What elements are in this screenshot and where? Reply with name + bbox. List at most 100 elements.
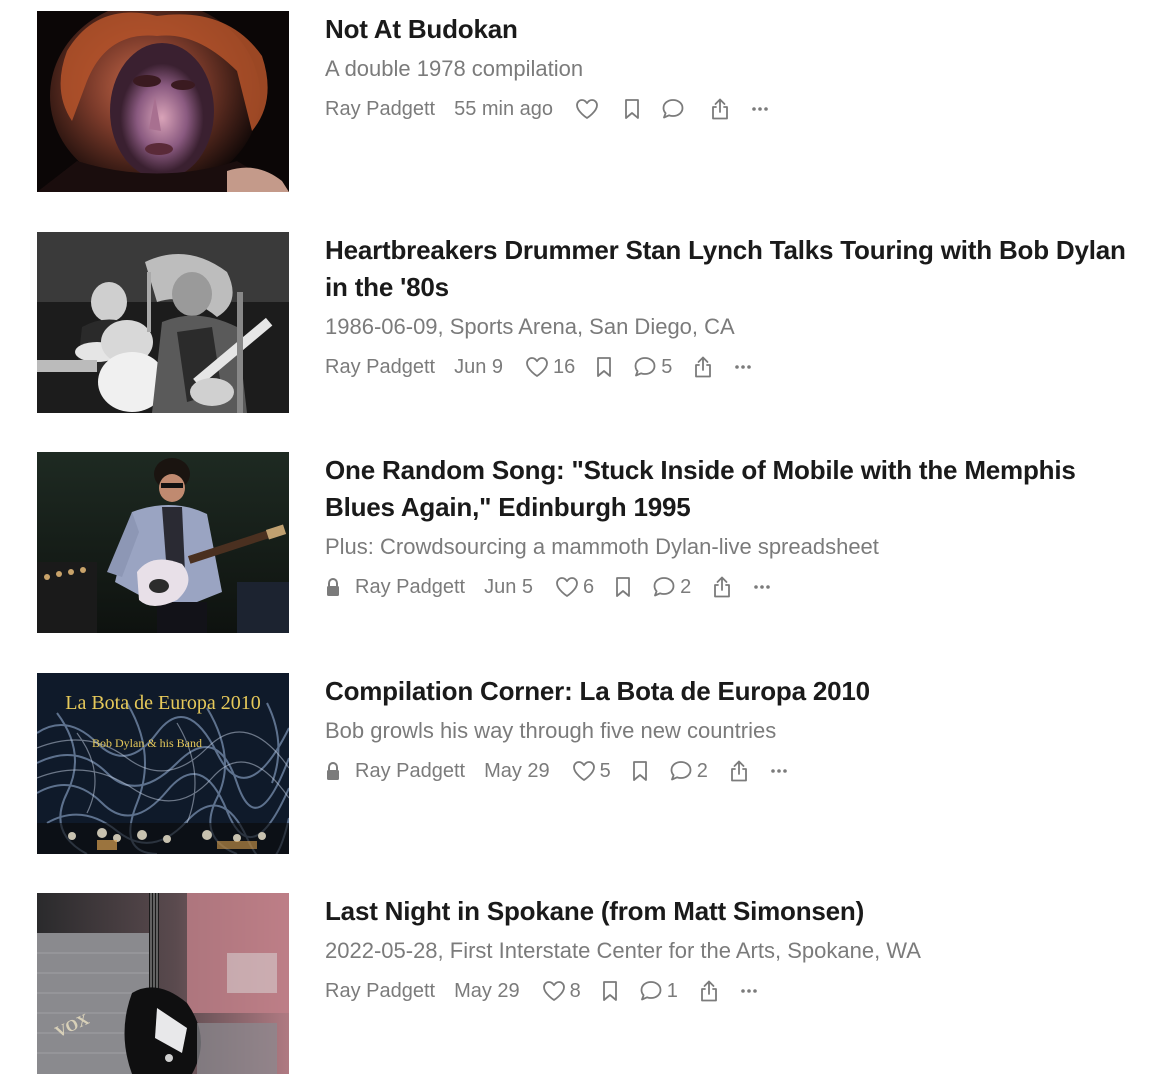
comment-count: 1 xyxy=(666,979,678,1002)
bookmark-icon xyxy=(602,981,617,1001)
post-meta: Ray Padgett 55 min ago xyxy=(325,94,1137,124)
post-title[interactable]: One Random Song: "Stuck Inside of Mobile… xyxy=(325,452,1137,526)
more-options-button[interactable] xyxy=(734,363,752,371)
post-title[interactable]: Last Night in Spokane (from Matt Simonse… xyxy=(325,893,1137,930)
comment-icon xyxy=(653,577,675,597)
share-button[interactable] xyxy=(711,575,733,599)
comment-button[interactable]: 5 xyxy=(633,356,672,379)
album-title-text: La Bota de Europa 2010 xyxy=(65,692,261,714)
lock-icon xyxy=(327,577,339,596)
thumbnail-image-guitar-amp: VOX xyxy=(37,893,289,1074)
share-icon xyxy=(695,356,712,378)
thumbnail-image-dylan-guitar xyxy=(37,452,289,633)
post-date: 55 min ago xyxy=(454,97,554,120)
like-button[interactable]: 16 xyxy=(525,356,575,379)
post-meta: Ray Padgett Jun 9 16 5 xyxy=(325,352,1137,382)
post-item[interactable]: VOX Last Night in Spokane (from Matt Sim… xyxy=(37,893,1137,1074)
like-button[interactable] xyxy=(575,98,603,120)
post-thumbnail[interactable] xyxy=(37,452,289,633)
post-item[interactable]: Heartbreakers Drummer Stan Lynch Talks T… xyxy=(37,232,1137,413)
post-date: May 29 xyxy=(454,979,520,1002)
save-button[interactable] xyxy=(623,98,641,120)
post-author[interactable]: Ray Padgett xyxy=(325,356,435,379)
comment-button[interactable]: 2 xyxy=(652,576,691,599)
like-count: 16 xyxy=(553,355,576,378)
post-meta: Ray Padgett May 29 8 1 xyxy=(325,976,1137,1006)
share-icon xyxy=(701,980,717,1002)
post-title[interactable]: Compilation Corner: La Bota de Europa 20… xyxy=(325,673,1137,710)
more-options-button[interactable] xyxy=(753,583,771,591)
heart-icon xyxy=(556,577,578,597)
paywall-lock-icon xyxy=(325,577,341,597)
heart-icon xyxy=(526,357,548,377)
comment-count: 5 xyxy=(661,355,673,378)
thumbnail-image-concert-bw xyxy=(37,232,289,413)
post-author[interactable]: Ray Padgett xyxy=(325,98,435,121)
share-button[interactable] xyxy=(692,355,714,379)
post-title[interactable]: Heartbreakers Drummer Stan Lynch Talks T… xyxy=(325,232,1137,306)
post-item[interactable]: Not At Budokan A double 1978 compilation… xyxy=(37,11,1137,192)
comment-count: 2 xyxy=(680,575,692,598)
share-button[interactable] xyxy=(728,759,750,783)
post-subtitle: 1986-06-09, Sports Arena, San Diego, CA xyxy=(325,314,735,339)
comment-icon xyxy=(670,761,692,781)
share-button[interactable] xyxy=(698,979,720,1003)
post-thumbnail[interactable] xyxy=(37,232,289,413)
post-author[interactable]: Ray Padgett xyxy=(355,576,465,599)
post-title[interactable]: Not At Budokan xyxy=(325,11,1137,48)
like-count: 5 xyxy=(599,759,611,782)
comment-button[interactable]: 1 xyxy=(639,980,678,1003)
save-button[interactable] xyxy=(614,576,632,598)
post-thumbnail[interactable]: VOX xyxy=(37,893,289,1074)
ellipsis-icon xyxy=(752,107,768,111)
more-options-button[interactable] xyxy=(751,105,769,113)
post-date: Jun 9 xyxy=(454,355,504,378)
post-item[interactable]: One Random Song: "Stuck Inside of Mobile… xyxy=(37,452,1137,633)
lock-icon xyxy=(327,761,339,780)
share-icon xyxy=(714,576,731,598)
post-author[interactable]: Ray Padgett xyxy=(325,980,435,1003)
more-options-button[interactable] xyxy=(740,987,758,995)
post-subtitle: 2022-05-28, First Interstate Center for … xyxy=(325,938,921,963)
bookmark-icon xyxy=(597,357,612,377)
thumbnail-image-dylan-portrait xyxy=(37,11,289,192)
save-button[interactable] xyxy=(601,980,619,1002)
heart-icon xyxy=(572,761,595,781)
share-icon xyxy=(712,98,728,120)
post-subtitle: A double 1978 compilation xyxy=(325,56,584,81)
comment-icon xyxy=(634,357,656,377)
comment-icon xyxy=(640,981,662,1001)
post-thumbnail[interactable] xyxy=(37,11,289,192)
ellipsis-icon xyxy=(754,585,771,589)
bookmark-icon xyxy=(625,99,639,119)
post-author[interactable]: Ray Padgett xyxy=(355,760,465,783)
save-button[interactable] xyxy=(631,760,649,782)
thumbnail-image-album-cover: La Bota de Europa 2010 Bob Dylan & his B… xyxy=(37,673,289,854)
post-thumbnail[interactable]: La Bota de Europa 2010 Bob Dylan & his B… xyxy=(37,673,289,854)
share-button[interactable] xyxy=(709,97,731,121)
bookmark-icon xyxy=(616,577,631,597)
share-icon xyxy=(731,760,747,782)
post-subtitle: Plus: Crowdsourcing a mammoth Dylan-live… xyxy=(325,534,879,559)
paywall-lock-icon xyxy=(325,761,341,781)
post-subtitle: Bob growls his way through five new coun… xyxy=(325,718,777,743)
ellipsis-icon xyxy=(735,365,752,369)
post-date: May 29 xyxy=(484,759,550,782)
comment-button[interactable]: 2 xyxy=(669,760,708,783)
comment-icon xyxy=(662,99,684,119)
like-button[interactable]: 8 xyxy=(542,980,581,1003)
save-button[interactable] xyxy=(595,356,613,378)
more-options-button[interactable] xyxy=(770,767,788,775)
like-button[interactable]: 6 xyxy=(555,576,594,599)
comment-count: 2 xyxy=(696,759,708,782)
ellipsis-icon xyxy=(741,989,757,993)
heart-icon xyxy=(576,99,598,119)
bookmark-icon xyxy=(632,761,647,781)
like-count: 8 xyxy=(569,979,581,1002)
post-meta: Ray Padgett May 29 5 2 xyxy=(325,756,1137,786)
heart-icon xyxy=(542,981,565,1001)
post-date: Jun 5 xyxy=(484,575,534,598)
like-button[interactable]: 5 xyxy=(572,760,611,783)
post-item[interactable]: La Bota de Europa 2010 Bob Dylan & his B… xyxy=(37,673,1137,854)
comment-button[interactable] xyxy=(661,98,689,120)
